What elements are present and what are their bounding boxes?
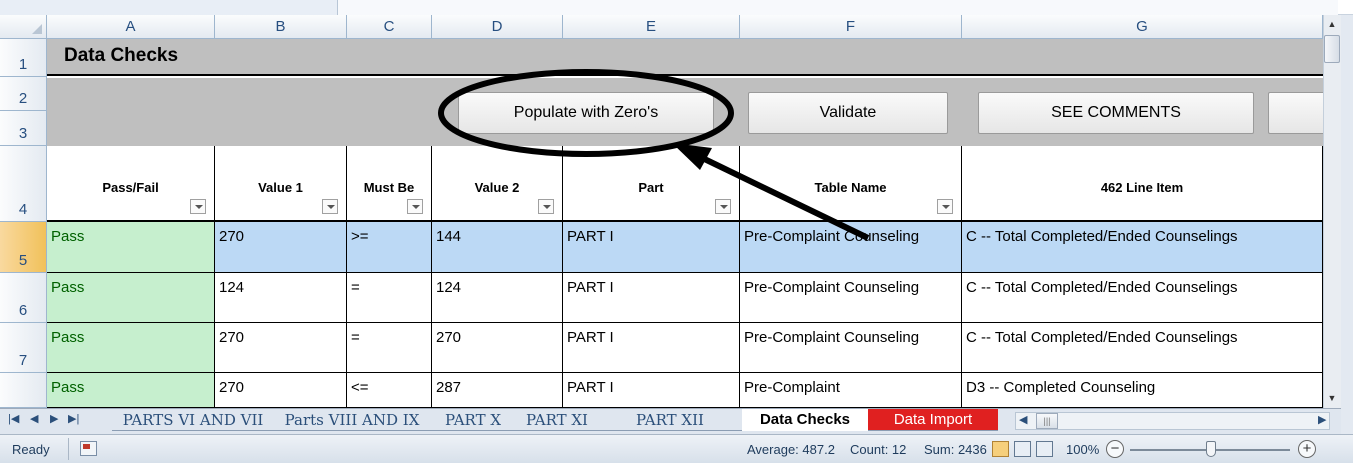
first-sheet-icon[interactable]: |◀ (8, 412, 19, 425)
sheet-tab-part-x[interactable]: PART X (430, 409, 516, 431)
sheet-tab-part-xii[interactable]: PART XII (598, 409, 742, 431)
status-divider (68, 438, 69, 460)
next-sheet-icon[interactable]: ▶ (50, 412, 58, 425)
horizontal-scrollbar[interactable] (1015, 412, 1330, 430)
sheet-tab-parts-viii-and-ix[interactable]: Parts VIII AND IX (274, 409, 430, 431)
status-average: Average: 487.2 (747, 442, 835, 457)
macro-record-icon[interactable] (80, 441, 97, 456)
scroll-left-icon[interactable]: ◀ (1019, 413, 1027, 426)
sheet-tab-part-xi[interactable]: PART XI (516, 409, 598, 431)
annotation-overlay (438, 69, 870, 241)
zoom-slider-thumb[interactable] (1206, 441, 1216, 457)
highlight-oval (438, 69, 734, 157)
normal-view-icon[interactable] (992, 441, 1009, 457)
pointer-arrowhead (672, 143, 712, 170)
prev-sheet-icon[interactable]: ◀ (30, 412, 38, 425)
scroll-up-icon[interactable]: ▲ (1324, 15, 1340, 33)
vertical-scrollbar[interactable] (1323, 15, 1341, 408)
zoom-in-icon[interactable]: + (1298, 440, 1316, 458)
page-layout-view-icon[interactable] (1014, 441, 1031, 457)
pointer-arrow (688, 149, 870, 241)
scroll-down-icon[interactable]: ▼ (1324, 389, 1340, 407)
sheet-tab-data-import[interactable]: Data Import (868, 409, 998, 431)
page-break-view-icon[interactable] (1036, 441, 1053, 457)
horizontal-scroll-thumb[interactable]: ||| (1036, 413, 1058, 429)
zoom-out-icon[interactable]: − (1106, 440, 1124, 458)
sheet-tab-parts-vi-and-vii[interactable]: PARTS VI AND VII (112, 409, 274, 431)
window-edge (1341, 15, 1353, 463)
status-ready: Ready (12, 442, 50, 457)
zoom-level: 100% (1066, 442, 1100, 457)
status-sum: Sum: 2436 (924, 442, 987, 457)
status-count: Count: 12 (850, 442, 907, 457)
vertical-scroll-thumb[interactable] (1324, 35, 1340, 63)
scroll-right-icon[interactable]: ▶ (1318, 413, 1326, 426)
sheet-tab-data-checks[interactable]: Data Checks (742, 409, 868, 431)
last-sheet-icon[interactable]: ▶| (68, 412, 79, 425)
